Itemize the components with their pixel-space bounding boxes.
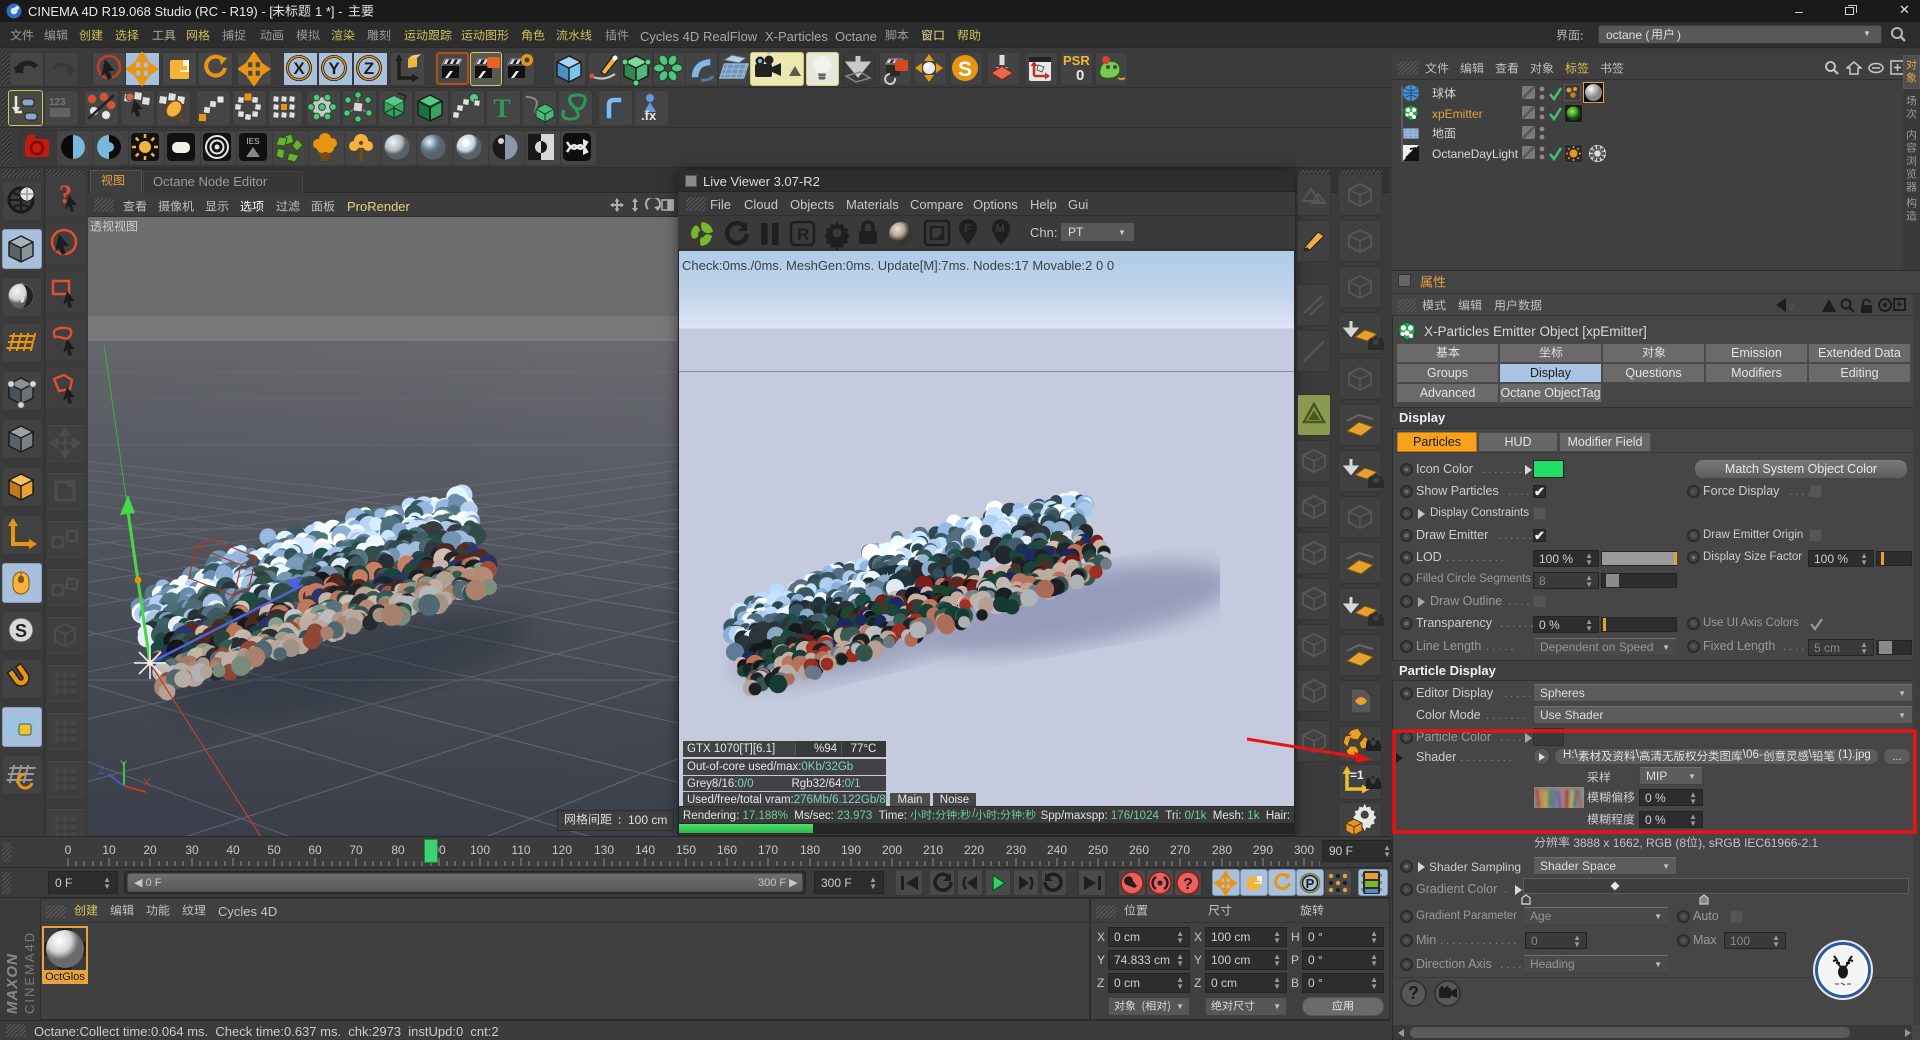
- svg-text:80: 80: [391, 843, 405, 857]
- svg-text:S: S: [958, 58, 972, 81]
- svg-text:20: 20: [143, 843, 157, 857]
- svg-text:S: S: [15, 621, 27, 641]
- svg-text:123: 123: [49, 97, 66, 108]
- svg-text:170: 170: [758, 843, 778, 857]
- svg-text:110: 110: [511, 843, 530, 857]
- svg-text:IES: IES: [247, 137, 260, 146]
- svg-text:F: F: [964, 223, 971, 235]
- svg-text:60: 60: [308, 843, 322, 857]
- svg-text:270: 270: [1170, 843, 1190, 857]
- svg-text:Y: Y: [120, 759, 128, 771]
- svg-text:220: 220: [964, 843, 984, 857]
- svg-text:X: X: [143, 777, 151, 789]
- svg-text:290: 290: [1253, 843, 1273, 857]
- svg-text:P: P: [1306, 876, 1315, 891]
- svg-text:0: 0: [65, 843, 72, 857]
- svg-text:Y: Y: [328, 59, 340, 78]
- svg-text:30: 30: [185, 843, 199, 857]
- svg-text:.fx: .fx: [641, 108, 657, 123]
- svg-text:70: 70: [349, 843, 363, 857]
- svg-text:X: X: [293, 59, 305, 78]
- svg-text:10: 10: [102, 843, 116, 857]
- svg-text:230: 230: [1006, 843, 1026, 857]
- svg-text:R: R: [797, 225, 809, 244]
- svg-text:160: 160: [717, 843, 737, 857]
- svg-text:210: 210: [923, 843, 943, 857]
- svg-text:250: 250: [1088, 843, 1108, 857]
- svg-text:100: 100: [470, 843, 490, 857]
- svg-text:?: ?: [1183, 876, 1193, 893]
- svg-text:190: 190: [841, 843, 861, 857]
- svg-text:M: M: [996, 223, 1005, 235]
- svg-text:240: 240: [1047, 843, 1067, 857]
- svg-text:Z: Z: [364, 59, 374, 78]
- svg-text:180: 180: [800, 843, 820, 857]
- svg-text:200: 200: [882, 843, 902, 857]
- svg-text:=1: =1: [1350, 768, 1364, 782]
- svg-text:130: 130: [594, 843, 614, 857]
- svg-text:T: T: [493, 94, 510, 123]
- svg-text:40: 40: [226, 843, 240, 857]
- svg-text:Z: Z: [98, 765, 105, 777]
- svg-text:300: 300: [1294, 843, 1314, 857]
- svg-text:140: 140: [635, 843, 655, 857]
- svg-text:120: 120: [552, 843, 572, 857]
- svg-text:150: 150: [676, 843, 696, 857]
- svg-text:260: 260: [1129, 843, 1149, 857]
- svg-text:280: 280: [1212, 843, 1232, 857]
- svg-text:50: 50: [267, 843, 281, 857]
